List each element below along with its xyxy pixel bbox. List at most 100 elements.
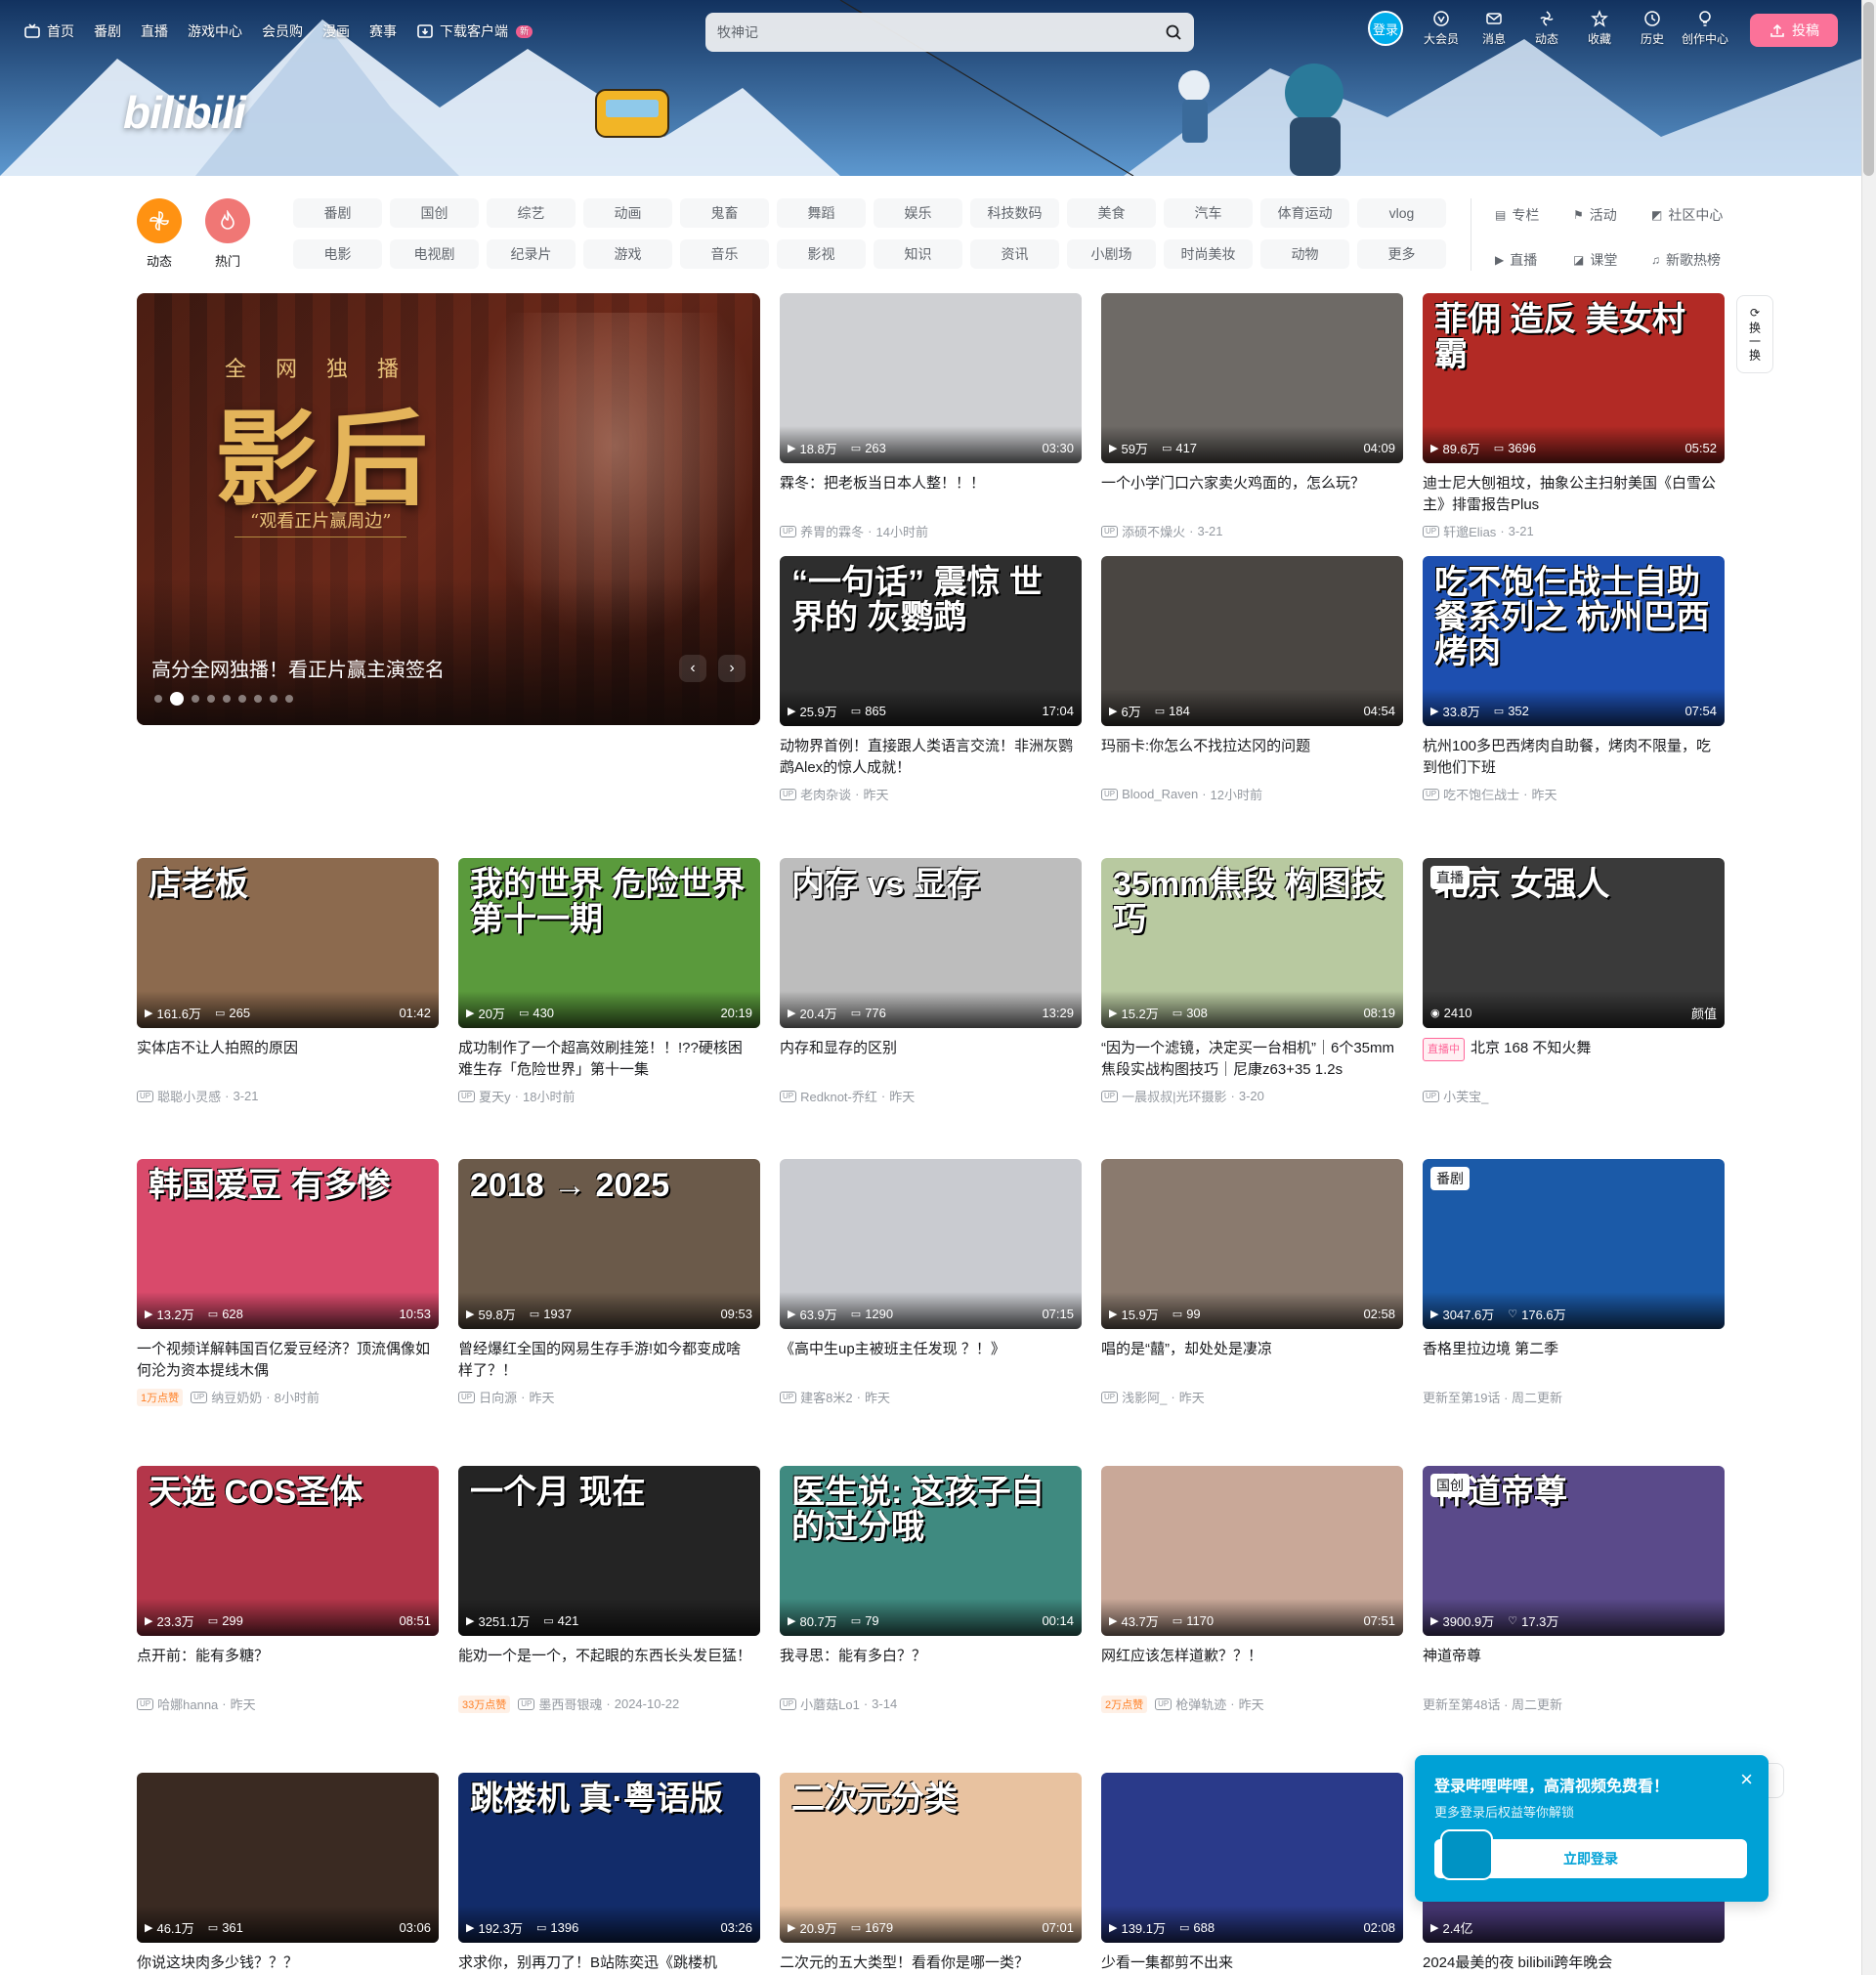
- next-arrow-icon[interactable]: ›: [718, 655, 746, 682]
- channel-chip[interactable]: 番剧: [293, 198, 382, 228]
- tool-message[interactable]: 消息: [1468, 10, 1520, 47]
- video-thumbnail[interactable]: 二次元分类 ▶ 20.9万 ▭ 1679 07:01: [780, 1773, 1082, 1943]
- video-card[interactable]: 二次元分类 ▶ 20.9万 ▭ 1679 07:01 二次元的五大类型！看看你是哪一类？: [780, 1773, 1082, 1975]
- channel-chip[interactable]: 电影: [293, 239, 382, 269]
- video-thumbnail[interactable]: 天选 COS圣体 ▶ 23.3万 ▭ 299 08:51: [137, 1466, 439, 1636]
- carousel-dot[interactable]: [170, 692, 184, 706]
- video-card[interactable]: 我的世界 危险世界 第十一期 ▶ 20万 ▭ 430 20:19 成功制作了一个超高效刷挂笼…: [458, 858, 760, 1105]
- video-card[interactable]: 跳楼机 真·粤语版 ▶ 192.3万 ▭ 1396 03:26 求求你，别再刀了！B站陈奕迅…: [458, 1773, 760, 1975]
- carousel-dot[interactable]: [192, 695, 199, 703]
- link-article[interactable]: ▤ 专栏: [1495, 205, 1573, 225]
- video-thumbnail[interactable]: “一句话” 震惊 世界的 灰鹦鹉 ▶ 25.9万 ▭ 865 17:04: [780, 556, 1082, 726]
- nav-match[interactable]: 赛事: [369, 21, 397, 41]
- uploader-name[interactable]: 添硕不燥火: [1122, 522, 1185, 540]
- video-thumbnail[interactable]: 我的世界 危险世界 第十一期 ▶ 20万 ▭ 430 20:19: [458, 858, 760, 1028]
- video-title[interactable]: 你说这块肉多少钱？？？: [137, 1953, 439, 1975]
- video-thumbnail[interactable]: 北京 女强人 直播 ◉ 2410 颜值: [1423, 858, 1725, 1028]
- video-thumbnail[interactable]: 2018 → 2025 ▶ 59.8万 ▭ 1937 09:53: [458, 1159, 760, 1329]
- video-thumbnail[interactable]: ▶ 46.1万 ▭ 361 03:06: [137, 1773, 439, 1943]
- carousel-dot[interactable]: [154, 695, 162, 703]
- channel-chip[interactable]: 电视剧: [390, 239, 479, 269]
- uploader-name[interactable]: 枪弹轨迹: [1175, 1695, 1226, 1713]
- uploader-name[interactable]: 养胃的霖冬: [800, 522, 864, 540]
- video-thumbnail[interactable]: 跳楼机 真·粤语版 ▶ 192.3万 ▭ 1396 03:26: [458, 1773, 760, 1943]
- link-live[interactable]: ▶ 直播: [1495, 250, 1573, 270]
- video-card[interactable]: 2018 → 2025 ▶ 59.8万 ▭ 1937 09:53 曾经爆红全国的网易生存手游…: [458, 1159, 760, 1406]
- carousel-dot[interactable]: [207, 695, 215, 703]
- video-card[interactable]: ▶ 6万 ▭ 184 04:54 玛丽卡:你怎么不找拉达冈的问题 UP Blood_Raven…: [1101, 556, 1403, 803]
- video-title[interactable]: 实体店不让人拍照的原因: [137, 1038, 439, 1081]
- video-card[interactable]: 菲佣 造反 美女村霸 ▶ 89.6万 ▭ 3696 05:52 迪士尼大刨祖坟，抽象公主扫射…: [1423, 293, 1725, 540]
- uploader-name[interactable]: 老肉杂谈: [800, 785, 851, 803]
- video-thumbnail[interactable]: ▶ 63.9万 ▭ 1290 07:15: [780, 1159, 1082, 1329]
- link-class[interactable]: ◪ 课堂: [1573, 250, 1651, 270]
- video-title[interactable]: 内存和显存的区别: [780, 1038, 1082, 1081]
- uploader-name[interactable]: 小芙宝_: [1443, 1087, 1488, 1105]
- video-card[interactable]: 店老板 ▶ 161.6万 ▭ 265 01:42 实体店不让人拍照的原因 UP 聪聪小灵感 · 3-…: [137, 858, 439, 1105]
- video-title[interactable]: 神道帝尊: [1423, 1646, 1725, 1689]
- video-title[interactable]: 成功制作了一个超高效刷挂笼！！!??硬核困难生存「危险世界」第十一集: [458, 1038, 760, 1081]
- video-card[interactable]: 神道帝尊 国创 ▶ 3900.9万 ♡ 17.3万 神道帝尊 更新至第48话 · 周二更新: [1423, 1466, 1725, 1713]
- video-thumbnail[interactable]: 韩国爱豆 有多惨 ▶ 13.2万 ▭ 628 10:53: [137, 1159, 439, 1329]
- video-title[interactable]: 一个视频详解韩国百亿爱豆经济？顶流偶像如何沦为资本提线木偶: [137, 1339, 439, 1382]
- tool-vip[interactable]: 大会员: [1415, 10, 1468, 47]
- video-card[interactable]: 韩国爱豆 有多惨 ▶ 13.2万 ▭ 628 10:53 一个视频详解韩国百亿爱豆经济？顶流…: [137, 1159, 439, 1406]
- channel-chip[interactable]: vlog: [1357, 198, 1446, 228]
- video-card[interactable]: 内存 vs 显存 ▶ 20.4万 ▭ 776 13:29 内存和显存的区别 UP Redknot…: [780, 858, 1082, 1105]
- uploader-name[interactable]: 小蘑菇Lo1: [800, 1695, 860, 1713]
- video-thumbnail[interactable]: ▶ 6万 ▭ 184 04:54: [1101, 556, 1403, 726]
- video-card[interactable]: ▶ 43.7万 ▭ 1170 07:51 网红应该怎样道歉？？！ 2万点赞 UP 枪弹轨迹 · 昨天: [1101, 1466, 1403, 1713]
- video-title[interactable]: 少看一集都剪不出来: [1101, 1953, 1403, 1975]
- prev-arrow-icon[interactable]: ‹: [679, 655, 706, 682]
- channel-chip[interactable]: 游戏: [583, 239, 672, 269]
- video-thumbnail[interactable]: 医生说: 这孩子白的过分哦 ▶ 80.7万 ▭ 79 00:14: [780, 1466, 1082, 1636]
- video-card[interactable]: 天选 COS圣体 ▶ 23.3万 ▭ 299 08:51 点开前：能有多糖？ UP 哈娜hann…: [137, 1466, 439, 1713]
- video-thumbnail[interactable]: 菲佣 造反 美女村霸 ▶ 89.6万 ▭ 3696 05:52: [1423, 293, 1725, 463]
- uploader-name[interactable]: 夏天y: [479, 1087, 511, 1105]
- video-thumbnail[interactable]: 内存 vs 显存 ▶ 20.4万 ▭ 776 13:29: [780, 858, 1082, 1028]
- uploader-name[interactable]: 哈娜hanna: [157, 1695, 218, 1713]
- video-title[interactable]: 点开前：能有多糖？: [137, 1646, 439, 1689]
- video-title[interactable]: 求求你，别再刀了！B站陈奕迅《跳楼机: [458, 1953, 760, 1975]
- video-card[interactable]: ▶ 15.9万 ▭ 99 02:58 唱的是“囍”，却处处是凄凉 UP 浅影阿_ · 昨天: [1101, 1159, 1403, 1406]
- channel-chip[interactable]: 鬼畜: [680, 198, 769, 228]
- channel-chip[interactable]: 综艺: [487, 198, 576, 228]
- uploader-name[interactable]: 一晨叔叔|光环摄影: [1122, 1087, 1226, 1105]
- channel-chip[interactable]: 动画: [583, 198, 672, 228]
- video-title[interactable]: 迪士尼大刨祖坟，抽象公主扫射美国《白雪公主》排雷报告Plus: [1423, 473, 1725, 516]
- channel-chip[interactable]: 纪录片: [487, 239, 576, 269]
- nav-live[interactable]: 直播: [141, 21, 168, 41]
- scrollbar[interactable]: [1861, 0, 1876, 1975]
- channel-chip[interactable]: 动物: [1260, 239, 1349, 269]
- video-card[interactable]: 医生说: 这孩子白的过分哦 ▶ 80.7万 ▭ 79 00:14 我寻思：能有多白？？ UP 小…: [780, 1466, 1082, 1713]
- uploader-name[interactable]: 墨西哥银魂: [538, 1695, 602, 1713]
- link-activity[interactable]: ⚑ 活动: [1573, 205, 1651, 225]
- uploader-name[interactable]: 纳豆奶奶: [211, 1388, 262, 1406]
- video-card[interactable]: ▶ 139.1万 ▭ 688 02:08 少看一集都剪不出来: [1101, 1773, 1403, 1975]
- search-input[interactable]: [717, 24, 1165, 40]
- video-card[interactable]: 吃不饱仨战士自助餐系列之 杭州巴西烤肉 ▶ 33.8万 ▭ 352 07:54 杭州100多…: [1423, 556, 1725, 803]
- video-title[interactable]: 一个小学门口六家卖火鸡面的，怎么玩？: [1101, 473, 1403, 516]
- video-card[interactable]: 35mm焦段 构图技巧 ▶ 15.2万 ▭ 308 08:19 “因为一个滤镜，决定买一台相…: [1101, 858, 1403, 1105]
- link-music-chart[interactable]: ♫ 新歌热榜: [1651, 250, 1749, 270]
- scrollbar-thumb[interactable]: [1863, 2, 1874, 176]
- channel-chip[interactable]: 国创: [390, 198, 479, 228]
- dynamic-entry[interactable]: 动态: [137, 198, 182, 270]
- carousel-dot[interactable]: [223, 695, 231, 703]
- video-thumbnail[interactable]: ▶ 18.8万 ▭ 263 03:30: [780, 293, 1082, 463]
- channel-chip[interactable]: 美食: [1067, 198, 1156, 228]
- video-thumbnail[interactable]: ▶ 43.7万 ▭ 1170 07:51: [1101, 1466, 1403, 1636]
- video-title[interactable]: 直播中 北京 168 不知火舞: [1423, 1038, 1725, 1081]
- channel-chip[interactable]: 娱乐: [874, 198, 962, 228]
- video-thumbnail[interactable]: 吃不饱仨战士自助餐系列之 杭州巴西烤肉 ▶ 33.8万 ▭ 352 07:54: [1423, 556, 1725, 726]
- video-title[interactable]: 我寻思：能有多白？？: [780, 1646, 1082, 1689]
- uploader-name[interactable]: 日向源: [479, 1388, 517, 1406]
- video-title[interactable]: 玛丽卡:你怎么不找拉达冈的问题: [1101, 736, 1403, 779]
- uploader-name[interactable]: Blood_Raven: [1122, 787, 1198, 801]
- video-title[interactable]: 杭州100多巴西烤肉自助餐，烤肉不限量，吃到他们下班: [1423, 736, 1725, 779]
- login-avatar-button[interactable]: 登录: [1368, 11, 1403, 46]
- carousel-dot[interactable]: [285, 695, 293, 703]
- video-title[interactable]: 能劝一个是一个，不起眼的东西长头发巨猛！: [458, 1646, 760, 1689]
- carousel-caption[interactable]: 高分全网独播！看正片赢主演签名: [151, 654, 445, 682]
- carousel-dot[interactable]: [238, 695, 246, 703]
